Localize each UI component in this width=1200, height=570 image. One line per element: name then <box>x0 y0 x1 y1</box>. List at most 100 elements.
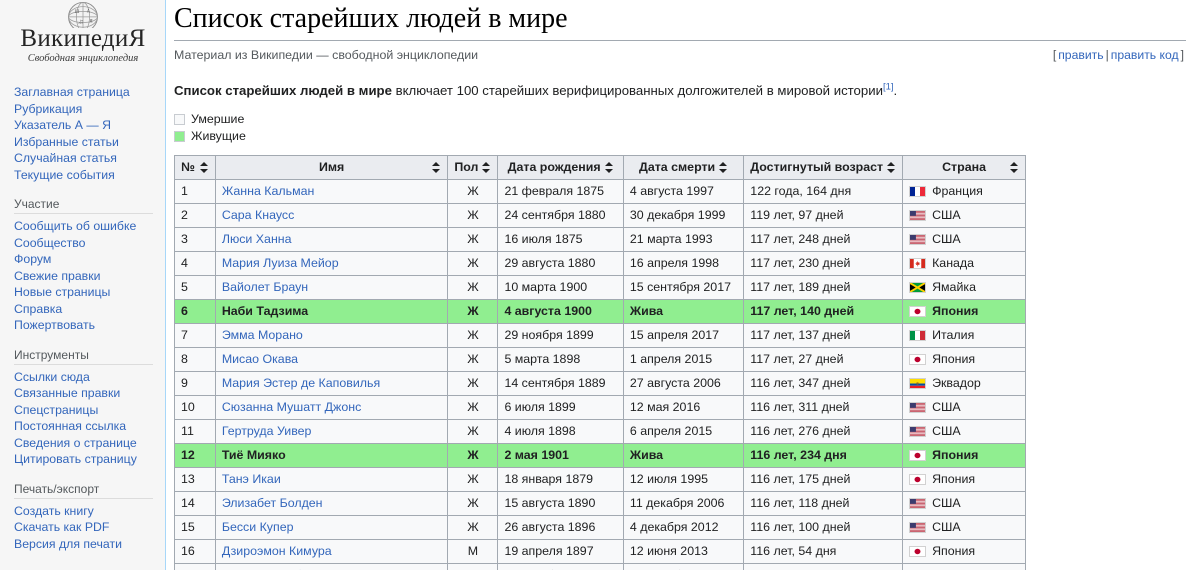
sidebar-link-random[interactable]: Случайная статья <box>14 150 117 167</box>
sidebar-item-main-page[interactable]: Заглавная страница <box>14 84 165 101</box>
column-header-death-date[interactable]: Дата смерти <box>622 154 745 180</box>
person-link[interactable]: Мария Луиза Мейор <box>222 256 339 270</box>
sort-icon-death-date[interactable] <box>719 161 728 173</box>
sort-icon-sex[interactable] <box>482 161 491 173</box>
sidebar-item-printable-version[interactable]: Версия для печати <box>14 536 165 553</box>
person-link[interactable]: Гертруда Уивер <box>222 424 312 438</box>
sidebar-link-cite-page[interactable]: Цитировать страницу <box>14 451 137 468</box>
sidebar-item-forum[interactable]: Форум <box>14 251 165 268</box>
sidebar-item-recent-changes[interactable]: Свежие правки <box>14 268 165 285</box>
edit-source-link[interactable]: править код <box>1111 48 1179 62</box>
person-link[interactable]: Наби Тадзима <box>222 304 308 318</box>
column-header-country[interactable]: Страна <box>902 154 1026 180</box>
sidebar-item-current-events[interactable]: Текущие события <box>14 167 165 184</box>
sidebar-link-related-changes[interactable]: Связанные правки <box>14 385 120 402</box>
sidebar-item-permanent-link[interactable]: Постоянная ссылка <box>14 418 165 435</box>
sidebar-item-what-links-here[interactable]: Ссылки сюда <box>14 369 165 386</box>
sidebar-link-new-pages[interactable]: Новые страницы <box>14 284 110 301</box>
cell-country[interactable]: Испания <box>902 562 1026 570</box>
column-header-name[interactable]: Имя <box>214 154 449 180</box>
sidebar-item-related-changes[interactable]: Связанные правки <box>14 385 165 402</box>
sidebar-item-special-pages[interactable]: Спецстраницы <box>14 402 165 419</box>
person-link[interactable]: Эмма Морано <box>222 328 303 342</box>
cell-name[interactable]: Наби Тадзима <box>214 298 449 324</box>
sort-icon-birth-date[interactable] <box>604 161 614 173</box>
person-link[interactable]: Мария Эстер де Каповилья <box>222 376 380 390</box>
sidebar-item-new-pages[interactable]: Новые страницы <box>14 284 165 301</box>
wikipedia-logo[interactable]: Ш A ぷ Я ВикипедиЯ Свободная энциклопедия <box>0 0 166 64</box>
sort-icon-name[interactable] <box>432 161 441 173</box>
cell-name[interactable]: Сюзанна Мушатт Джонс <box>214 394 449 420</box>
column-header-age[interactable]: Достигнутый возраст <box>743 154 904 180</box>
sidebar-item-donate[interactable]: Пожертвовать <box>14 317 165 334</box>
sidebar-link-page-information[interactable]: Сведения о странице <box>14 435 137 452</box>
sort-icon-country[interactable] <box>1010 161 1019 173</box>
cell-name[interactable]: Тиё Мияко <box>214 442 449 468</box>
sidebar-link-permanent-link[interactable]: Постоянная ссылка <box>14 418 126 435</box>
sidebar-item-help[interactable]: Справка <box>14 301 165 318</box>
sidebar-link-special-pages[interactable]: Спецстраницы <box>14 402 98 419</box>
cell-country[interactable]: Япония <box>902 442 1026 468</box>
sidebar-item-featured[interactable]: Избранные статьи <box>14 134 165 151</box>
cell-name[interactable]: Сара Кнаусс <box>214 202 449 228</box>
cell-country[interactable]: Франция <box>902 178 1026 204</box>
sidebar-link-help[interactable]: Справка <box>14 301 62 318</box>
reference-marker[interactable]: [1] <box>883 82 894 93</box>
sidebar-item-download-pdf[interactable]: Скачать как PDF <box>14 519 165 536</box>
sidebar-link-recent-changes[interactable]: Свежие правки <box>14 268 100 285</box>
column-header-birth-date[interactable]: Дата рождения <box>497 154 624 180</box>
cell-country[interactable]: Япония <box>902 466 1026 492</box>
sidebar-link-main-page[interactable]: Заглавная страница <box>14 84 130 101</box>
sidebar-link-what-links-here[interactable]: Ссылки сюда <box>14 369 90 386</box>
cell-name[interactable]: Танэ Икаи <box>214 466 449 492</box>
person-link[interactable]: Тиё Мияко <box>222 448 286 462</box>
sidebar-link-current-events[interactable]: Текущие события <box>14 167 115 184</box>
sidebar-item-report-bug[interactable]: Сообщить об ошибке <box>14 218 165 235</box>
cell-country[interactable]: Япония <box>902 346 1026 372</box>
cell-name[interactable]: Мария Луиза Мейор <box>214 250 449 276</box>
person-link[interactable]: Сюзанна Мушатт Джонс <box>222 400 361 414</box>
cell-name[interactable]: Мисао Окава <box>214 346 449 372</box>
sidebar-item-random[interactable]: Случайная статья <box>14 150 165 167</box>
cell-country[interactable]: Эквадор <box>902 370 1026 396</box>
cell-name[interactable]: Вайолет Браун <box>214 274 449 300</box>
column-header-number[interactable]: № <box>174 154 216 180</box>
sidebar-link-create-book[interactable]: Создать книгу <box>14 503 94 520</box>
cell-country[interactable]: США <box>902 226 1026 252</box>
sidebar-link-download-pdf[interactable]: Скачать как PDF <box>14 519 109 536</box>
person-link[interactable]: Вайолет Браун <box>222 280 308 294</box>
cell-country[interactable]: США <box>902 490 1026 516</box>
person-link[interactable]: Сара Кнаусс <box>222 208 294 222</box>
sidebar-link-printable-version[interactable]: Версия для печати <box>14 536 122 553</box>
sidebar-item-create-book[interactable]: Создать книгу <box>14 503 165 520</box>
sidebar-item-cite-page[interactable]: Цитировать страницу <box>14 451 165 468</box>
column-header-sex[interactable]: Пол <box>447 154 499 180</box>
sidebar-item-categorization[interactable]: Рубрикация <box>14 101 165 118</box>
cell-country[interactable]: США <box>902 202 1026 228</box>
person-link[interactable]: Мисао Окава <box>222 352 298 366</box>
sidebar-link-categorization[interactable]: Рубрикация <box>14 101 82 118</box>
cell-country[interactable]: США <box>902 418 1026 444</box>
edit-link[interactable]: править <box>1058 48 1103 62</box>
sidebar-link-report-bug[interactable]: Сообщить об ошибке <box>14 218 136 235</box>
cell-name[interactable]: Эмма Морано <box>214 322 449 348</box>
sidebar-link-forum[interactable]: Форум <box>14 251 51 268</box>
cell-country[interactable]: США <box>902 514 1026 540</box>
cell-country[interactable]: Италия <box>902 322 1026 348</box>
sidebar-link-community[interactable]: Сообщество <box>14 235 85 252</box>
person-link[interactable]: Жанна Кальман <box>222 184 315 198</box>
cell-name[interactable]: Люси Ханна <box>214 226 449 252</box>
person-link[interactable]: Бесси Купер <box>222 520 294 534</box>
person-link[interactable]: Люси Ханна <box>222 232 292 246</box>
cell-country[interactable]: США <box>902 394 1026 420</box>
person-link[interactable]: Дзироэмон Кимура <box>222 544 332 558</box>
sidebar-link-donate[interactable]: Пожертвовать <box>14 317 95 334</box>
cell-name[interactable]: Жанна Кальман <box>214 178 449 204</box>
cell-name[interactable]: Мария Эстер де Каповилья <box>214 370 449 396</box>
cell-country[interactable]: Япония <box>902 298 1026 324</box>
cell-name[interactable]: Элизабет Болден <box>214 490 449 516</box>
person-link[interactable]: Элизабет Болден <box>222 496 323 510</box>
cell-name[interactable]: Дзироэмон Кимура <box>214 538 449 564</box>
sidebar-item-community[interactable]: Сообщество <box>14 235 165 252</box>
sidebar-link-featured[interactable]: Избранные статьи <box>14 134 119 151</box>
